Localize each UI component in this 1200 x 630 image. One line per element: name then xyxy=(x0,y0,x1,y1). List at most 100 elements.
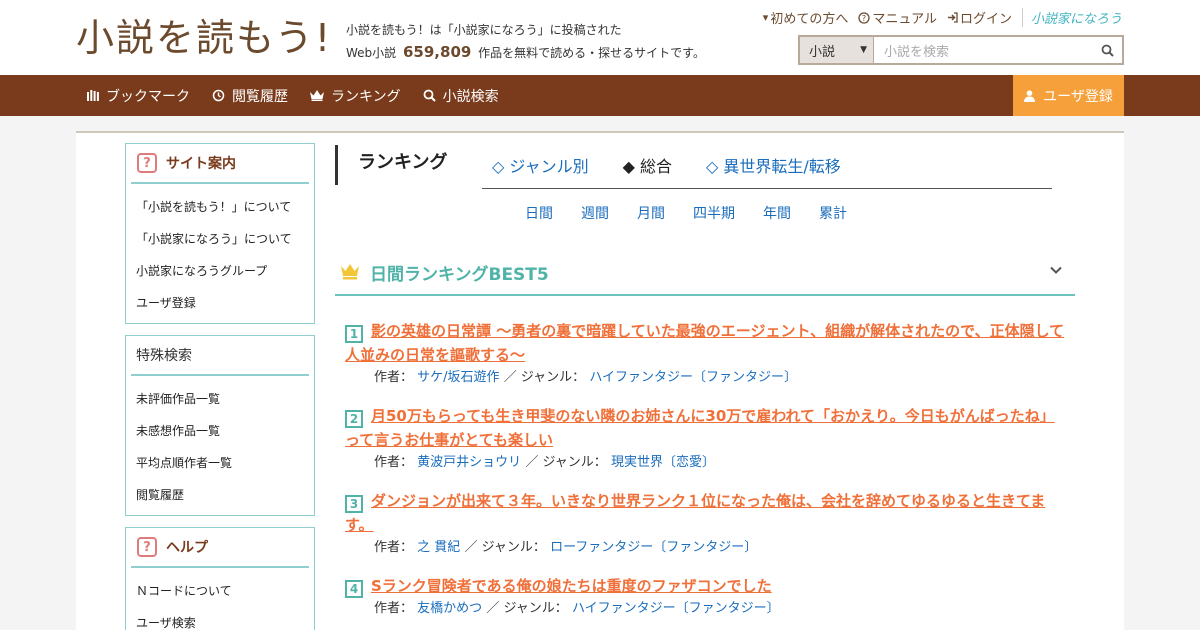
sidebar-item-narou-group[interactable]: 小説家になろうグループ xyxy=(136,255,314,287)
user-register-button[interactable]: ユーザ登録 xyxy=(1013,75,1124,116)
genre-label: ／ ジャンル： xyxy=(503,370,586,385)
tagline-line2: Web小説 659,809 作品を無料で読める・探せるサイトです。 xyxy=(346,41,705,64)
nav-bookmark[interactable]: ブックマーク xyxy=(87,86,190,106)
login-link[interactable]: ログイン xyxy=(947,8,1012,27)
special-search-header: 特殊検索 xyxy=(131,336,309,376)
novel-title-link[interactable]: 1 影の英雄の日常譚 ～勇者の裏で暗躍していた最強のエージェント、組織が解体された… xyxy=(345,319,1065,367)
tab-genre[interactable]: ◇ ジャンル別 xyxy=(492,153,589,177)
help-list: Ｎコードについて ユーザ検索 xyxy=(126,568,314,630)
rank-badge: 1 xyxy=(345,325,363,343)
sidebar-item-about-narou[interactable]: 「小説家になろう」について xyxy=(136,223,314,255)
search-category-value: 小説 xyxy=(809,44,836,60)
novel-title: ダンジョンが出来て３年。いきなり世界ランク１位になった俺は、会社を辞めてゆるゆる… xyxy=(345,492,1046,534)
novel-title-link[interactable]: 4 Sランク冒険者である俺の娘たちは重度のファザコンでした xyxy=(345,574,1065,598)
best5-title: 日間ランキングBEST5 xyxy=(370,265,549,285)
ranking-title: ランキング xyxy=(335,145,447,185)
chevron-down-icon[interactable] xyxy=(1049,263,1063,277)
sidebar-item-user-register[interactable]: ユーザ登録 xyxy=(136,287,314,319)
help-header: ? ヘルプ xyxy=(131,528,309,568)
narou-link[interactable]: 小説家になろう xyxy=(1021,8,1122,27)
author-link[interactable]: 友橋かめつ xyxy=(417,601,482,616)
nav-search-label: 小説検索 xyxy=(442,88,499,105)
novel-title: 影の英雄の日常譚 ～勇者の裏で暗躍していた最強のエージェント、組織が解体されたの… xyxy=(345,322,1065,364)
top-links: ▾ 初めての方へ ? マニュアル ログイン 小説家になろう xyxy=(763,8,1122,27)
period-total[interactable]: 累計 xyxy=(819,203,847,223)
nav-ranking[interactable]: ランキング xyxy=(310,86,401,106)
site-logo[interactable]: 小説を読もう! xyxy=(76,14,332,62)
sidebar-item-avg-author[interactable]: 平均点順作者一覧 xyxy=(136,447,314,479)
site-tagline: 小説を読もう！は「小説家になろう」に投稿された Web小説 659,809 作品… xyxy=(346,19,705,64)
novel-meta: 作者： 友橋かめつ ／ ジャンル： ハイファンタジー〔ファンタジー〕 xyxy=(345,598,1065,620)
tagline-suffix: 作品を無料で読める・探せるサイトです。 xyxy=(478,46,705,60)
novel-count: 659,809 xyxy=(403,43,472,61)
sidebar-item-about-yomou[interactable]: 「小説を読もう！」について xyxy=(136,191,314,223)
genre-link[interactable]: ローファンタジー〔ファンタジー〕 xyxy=(550,540,757,555)
period-yearly[interactable]: 年間 xyxy=(763,203,791,223)
user-icon xyxy=(1024,89,1036,102)
novel-title: Sランク冒険者である俺の娘たちは重度のファザコンでした xyxy=(371,577,772,595)
nav-history-label: 閲覧履歴 xyxy=(232,88,288,105)
sidebar-item-no-review[interactable]: 未感想作品一覧 xyxy=(136,415,314,447)
novel-meta: 作者： 黄波戸井ショウリ ／ ジャンル： 現実世界〔恋愛〕 xyxy=(345,452,1065,474)
login-label: ログイン xyxy=(959,12,1012,27)
site-header: 小説を読もう! 小説を読もう！は「小説家になろう」に投稿された Web小説 65… xyxy=(0,0,1200,75)
sidebar-item-user-search[interactable]: ユーザ検索 xyxy=(136,607,314,630)
manual-label: マニュアル xyxy=(872,12,937,27)
sidebar-item-history[interactable]: 閲覧履歴 xyxy=(136,479,314,511)
author-link[interactable]: 黄波戸井ショウリ xyxy=(417,455,521,470)
help-icon: ? xyxy=(137,537,157,557)
ranking-list: 1 影の英雄の日常譚 ～勇者の裏で暗躍していた最強のエージェント、組織が解体された… xyxy=(345,319,1065,630)
search-icon xyxy=(423,89,436,102)
period-monthly[interactable]: 月間 xyxy=(637,203,665,223)
genre-label: ／ ジャンル： xyxy=(464,540,546,555)
ranking-main: ランキング ◇ ジャンル別 ◆ 総合 ◇ 異世界転生/転移 日間 週間 月間 四… xyxy=(335,133,1075,630)
nav-items: ブックマーク 閲覧履歴 ランキング 小説検索 xyxy=(87,75,499,116)
special-search-title: 特殊検索 xyxy=(136,348,192,364)
genre-link[interactable]: ハイファンタジー〔ファンタジー〕 xyxy=(572,601,780,616)
author-link[interactable]: サケ/坂石遊作 xyxy=(417,370,499,385)
dropdown-arrow-icon: ▼ xyxy=(860,45,867,55)
beginners-link[interactable]: ▾ 初めての方へ xyxy=(763,8,849,27)
search-button[interactable] xyxy=(1092,37,1122,63)
period-links: 日間 週間 月間 四半期 年間 累計 xyxy=(525,203,847,223)
history-icon xyxy=(212,89,225,102)
novel-title: 月50万もらっても生き甲斐のない隣のお姉さんに30万で雇われて「おかえり。今日も… xyxy=(345,407,1055,449)
help-icon: ? xyxy=(137,153,157,173)
help-circle-icon: ? xyxy=(858,11,870,24)
manual-link[interactable]: ? マニュアル xyxy=(858,8,937,27)
novel-meta: 作者： サケ/坂石遊作 ／ ジャンル： ハイファンタジー〔ファンタジー〕 xyxy=(345,367,1065,389)
genre-link[interactable]: ハイファンタジー〔ファンタジー〕 xyxy=(589,370,797,385)
novel-title-link[interactable]: 2 月50万もらっても生き甲斐のない隣のお姉さんに30万で雇われて「おかえり。今日… xyxy=(345,404,1065,452)
ranking-entry: 2 月50万もらっても生き甲斐のない隣のお姉さんに30万で雇われて「おかえり。今日… xyxy=(345,404,1065,474)
main-nav: ブックマーク 閲覧履歴 ランキング 小説検索 ユーザ登録 xyxy=(0,75,1200,116)
rank-badge: 2 xyxy=(345,410,363,428)
search-box: 小説 ▼ 小説を検索 xyxy=(798,35,1124,65)
period-daily[interactable]: 日間 xyxy=(525,203,553,223)
tab-isekai[interactable]: ◇ 異世界転生/転移 xyxy=(706,153,841,177)
best5-header[interactable]: 日間ランキングBEST5 xyxy=(335,253,1075,296)
period-weekly[interactable]: 週間 xyxy=(581,203,609,223)
genre-link[interactable]: 現実世界〔恋愛〕 xyxy=(611,455,715,470)
nav-search[interactable]: 小説検索 xyxy=(423,86,499,106)
sidebar-item-unrated[interactable]: 未評価作品一覧 xyxy=(136,383,314,415)
genre-label: ／ ジャンル： xyxy=(486,601,568,616)
svg-text:?: ? xyxy=(862,14,866,23)
user-register-label: ユーザ登録 xyxy=(1043,88,1113,105)
genre-label: ／ ジャンル： xyxy=(525,455,607,470)
period-quarterly[interactable]: 四半期 xyxy=(693,203,735,223)
nav-history[interactable]: 閲覧履歴 xyxy=(212,86,288,106)
tab-divider xyxy=(482,188,1052,189)
ranking-entry: 1 影の英雄の日常譚 ～勇者の裏で暗躍していた最強のエージェント、組織が解体された… xyxy=(345,319,1065,389)
author-label: 作者： xyxy=(374,601,414,616)
beginners-label: 初めての方へ xyxy=(770,12,849,27)
site-guide-header: ? サイト案内 xyxy=(131,144,309,184)
tab-overall[interactable]: ◆ 総合 xyxy=(623,153,672,177)
search-input[interactable]: 小説を検索 xyxy=(874,37,1092,63)
novel-meta: 作者： 之 貫紀 ／ ジャンル： ローファンタジー〔ファンタジー〕 xyxy=(345,537,1065,559)
login-icon xyxy=(947,12,958,23)
author-link[interactable]: 之 貫紀 xyxy=(417,540,460,555)
novel-title-link[interactable]: 3 ダンジョンが出来て３年。いきなり世界ランク１位になった俺は、会社を辞めてゆるゆ… xyxy=(345,489,1065,537)
search-category-select[interactable]: 小説 ▼ xyxy=(800,37,874,63)
sidebar-item-ncode[interactable]: Ｎコードについて xyxy=(136,575,314,607)
nav-ranking-label: ランキング xyxy=(331,88,401,105)
